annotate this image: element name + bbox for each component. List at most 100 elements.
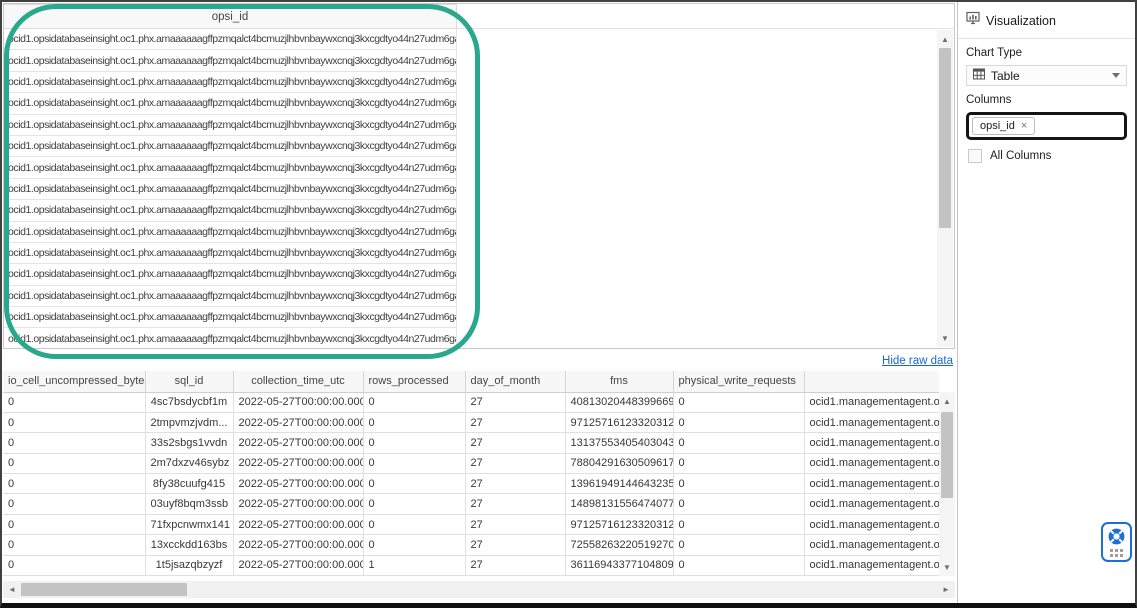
table-cell: 0 xyxy=(673,392,804,412)
table-cell: 2022-05-27T00:00:00.000Z xyxy=(233,392,363,412)
all-columns-checkbox[interactable] xyxy=(968,149,982,163)
table-row[interactable]: 003uyf8bqm3ssb2022-05-27T00:00:00.000Z02… xyxy=(3,494,939,514)
all-columns-row: All Columns xyxy=(966,149,1127,163)
table-cell: 03uyf8bqm3ssb xyxy=(145,494,233,514)
table-cell: 9712571612332031260 xyxy=(565,514,673,534)
table-row[interactable]: 033s2sbgs1vvdn2022-05-27T00:00:00.000Z02… xyxy=(3,433,939,453)
column-header[interactable]: io_cell_uncompressed_bytes xyxy=(3,371,145,392)
table-row[interactable]: 02m7dxzv46sybz2022-05-27T00:00:00.000Z02… xyxy=(3,453,939,473)
hide-raw-data-link[interactable]: Hide raw data xyxy=(882,355,955,367)
life-buoy-icon xyxy=(1107,527,1126,546)
column-header[interactable]: physical_write_requests xyxy=(673,371,804,392)
table-cell: 1 xyxy=(363,555,465,575)
horizontal-scrollbar[interactable]: ◄ ► xyxy=(3,581,955,598)
scrollbar-thumb[interactable] xyxy=(939,48,951,228)
table-row[interactable]: ocid1.opsidatabaseinsight.oc1.phx.amaaaa… xyxy=(4,328,457,348)
column-chip-opsi-id[interactable]: opsi_id × xyxy=(972,117,1035,135)
table-row[interactable]: ocid1.opsidatabaseinsight.oc1.phx.amaaaa… xyxy=(4,222,457,243)
table-cell: 0 xyxy=(3,514,145,534)
chip-remove-icon[interactable]: × xyxy=(1021,120,1027,132)
table-row[interactable]: ocid1.opsidatabaseinsight.oc1.phx.amaaaa… xyxy=(4,157,457,178)
table-cell: ocid1.managementagent.oc1.iad.a xyxy=(804,535,939,555)
table-cell: 33s2sbgs1vvdn xyxy=(145,433,233,453)
table-cell: 0 xyxy=(3,453,145,473)
table-cell: 0 xyxy=(363,535,465,555)
table-cell: 27 xyxy=(465,514,565,534)
table-row[interactable]: ocid1.opsidatabaseinsight.oc1.phx.amaaaa… xyxy=(4,115,457,136)
table-cell: 2022-05-27T00:00:00.000Z xyxy=(233,433,363,453)
table-cell: 27 xyxy=(465,494,565,514)
table-row[interactable]: ocid1.opsidatabaseinsight.oc1.phx.amaaaa… xyxy=(4,307,457,328)
table-cell: ocid1.managementagent.oc1.iad.a xyxy=(804,494,939,514)
raw-table-header-row: io_cell_uncompressed_bytessql_idcollecti… xyxy=(3,371,939,392)
table-cell: 0 xyxy=(3,412,145,432)
table-row[interactable]: ocid1.opsidatabaseinsight.oc1.phx.amaaaa… xyxy=(4,200,457,221)
table-row[interactable]: ocid1.opsidatabaseinsight.oc1.phx.amaaaa… xyxy=(4,93,457,114)
column-header[interactable]: day_of_month xyxy=(465,371,565,392)
scrollbar-thumb[interactable] xyxy=(941,412,953,498)
table-row[interactable]: 08fy38cuufg4152022-05-27T00:00:00.000Z02… xyxy=(3,474,939,494)
top-table-vertical-scrollbar[interactable]: ▲ ▼ xyxy=(937,30,953,347)
visualization-table-panel: opsi_id ocid1.opsidatabaseinsight.oc1.ph… xyxy=(3,3,955,349)
table-row[interactable]: ocid1.opsidatabaseinsight.oc1.phx.amaaaa… xyxy=(4,136,457,157)
table-cell: 13961949144643235029 xyxy=(565,474,673,494)
table-cell: 13xcckdd163bs xyxy=(145,535,233,555)
table-row[interactable]: 04sc7bsdycbf1m2022-05-27T00:00:00.000Z02… xyxy=(3,392,939,412)
column-header[interactable]: rows_processed xyxy=(363,371,465,392)
table-row[interactable]: ocid1.opsidatabaseinsight.oc1.phx.amaaaa… xyxy=(4,72,457,93)
table-cell: ocid1.managementagent.oc1.iad.a xyxy=(804,392,939,412)
raw-data-table: io_cell_uncompressed_bytessql_idcollecti… xyxy=(3,371,939,576)
table-cell: 0 xyxy=(363,433,465,453)
column-header[interactable]: collection_time_utc xyxy=(233,371,363,392)
help-widget-button[interactable] xyxy=(1101,522,1132,562)
table-cell: 0 xyxy=(3,494,145,514)
table-row[interactable]: ocid1.opsidatabaseinsight.oc1.phx.amaaaa… xyxy=(4,286,457,307)
table-cell: 0 xyxy=(673,453,804,473)
scroll-up-icon[interactable]: ▲ xyxy=(937,32,953,46)
columns-input[interactable]: opsi_id × xyxy=(966,112,1127,140)
raw-data-link-row: Hide raw data xyxy=(3,352,955,370)
scroll-down-icon[interactable]: ▼ xyxy=(937,331,953,345)
table-cell: 0 xyxy=(673,433,804,453)
table-row[interactable]: 013xcckdd163bs2022-05-27T00:00:00.000Z02… xyxy=(3,535,939,555)
table-row[interactable]: 01t5jsazqbzyzf2022-05-27T00:00:00.000Z12… xyxy=(3,555,939,575)
table-cell: 788042916305096170 xyxy=(565,453,673,473)
table-cell: 0 xyxy=(673,412,804,432)
table-cell: 1t5jsazqbzyzf xyxy=(145,555,233,575)
chart-type-dropdown[interactable]: Table xyxy=(966,65,1127,86)
column-header[interactable]: fms xyxy=(565,371,673,392)
column-header-opsi-id[interactable]: opsi_id xyxy=(4,4,457,29)
raw-table-vertical-scrollbar[interactable]: ▲ ▼ xyxy=(939,392,955,576)
table-row[interactable]: 071fxpcnwmx1412022-05-27T00:00:00.000Z02… xyxy=(3,514,939,534)
table-cell: 27 xyxy=(465,555,565,575)
table-row[interactable]: ocid1.opsidatabaseinsight.oc1.phx.amaaaa… xyxy=(4,264,457,285)
table-row[interactable]: 02tmpvmzjvdm...2022-05-27T00:00:00.000Z0… xyxy=(3,412,939,432)
column-header[interactable]: sql_id xyxy=(145,371,233,392)
scroll-down-icon[interactable]: ▼ xyxy=(939,560,955,574)
table-cell: 0 xyxy=(363,474,465,494)
scroll-right-icon[interactable]: ► xyxy=(939,581,953,598)
table-row[interactable]: ocid1.opsidatabaseinsight.oc1.phx.amaaaa… xyxy=(4,29,457,50)
table-row[interactable]: ocid1.opsidatabaseinsight.oc1.phx.amaaaa… xyxy=(4,243,457,264)
table-cell: 0 xyxy=(673,494,804,514)
table-row[interactable]: ocid1.opsidatabaseinsight.oc1.phx.amaaaa… xyxy=(4,179,457,200)
scroll-left-icon[interactable]: ◄ xyxy=(5,581,19,598)
table-cell: 2022-05-27T00:00:00.000Z xyxy=(233,494,363,514)
table-cell: 2m7dxzv46sybz xyxy=(145,453,233,473)
table-cell: 0 xyxy=(3,535,145,555)
opsi-table-header-row: opsi_id xyxy=(4,4,954,29)
table-cell: 27 xyxy=(465,433,565,453)
table-cell: 2022-05-27T00:00:00.000Z xyxy=(233,514,363,534)
table-cell: 0 xyxy=(673,514,804,534)
table-cell: 0 xyxy=(673,474,804,494)
table-cell: 0 xyxy=(3,555,145,575)
table-cell: 0 xyxy=(363,494,465,514)
column-header[interactable] xyxy=(804,371,939,392)
scrollbar-thumb[interactable] xyxy=(21,583,187,596)
sidebar-header: Visualization xyxy=(958,2,1135,39)
table-row[interactable]: ocid1.opsidatabaseinsight.oc1.phx.amaaaa… xyxy=(4,50,457,71)
table-cell: 0 xyxy=(363,514,465,534)
table-cell: 2022-05-27T00:00:00.000Z xyxy=(233,474,363,494)
table-cell: 14898131556474077963 xyxy=(565,494,673,514)
scroll-up-icon[interactable]: ▲ xyxy=(939,394,955,408)
